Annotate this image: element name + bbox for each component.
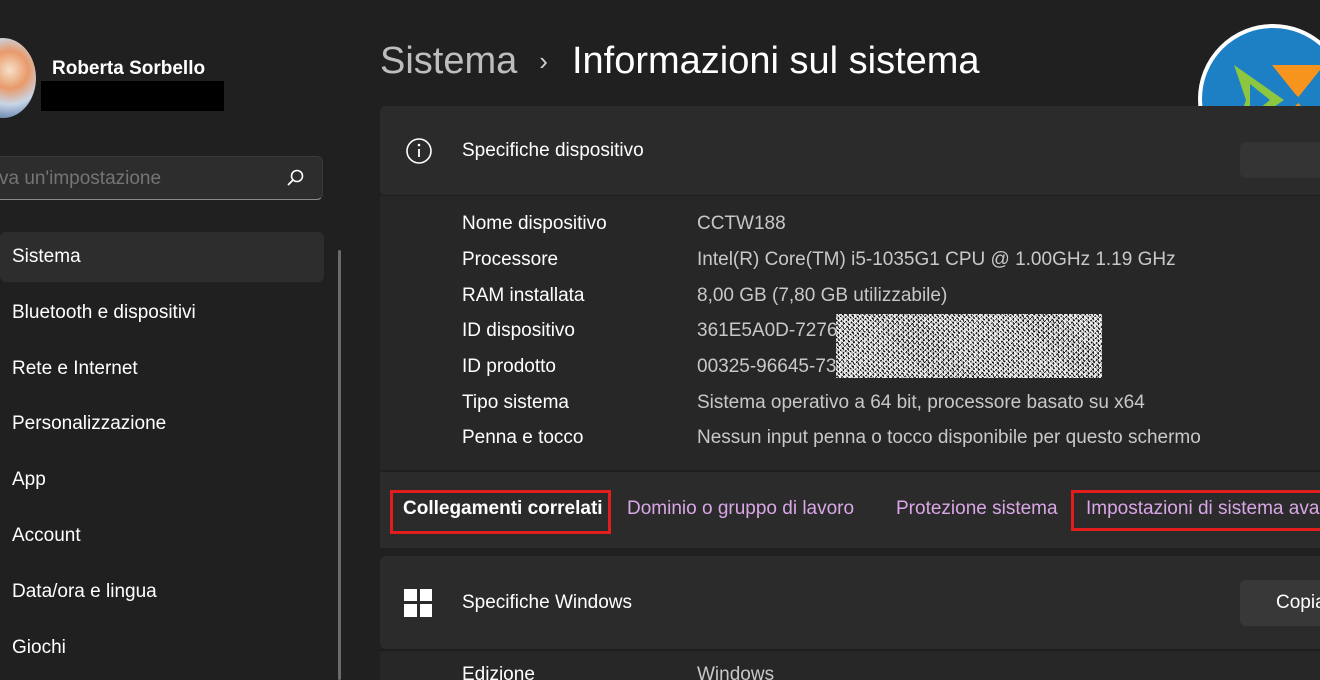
spec-label: ID prodotto [462, 356, 556, 377]
search-box[interactable] [0, 156, 323, 201]
spec-label: ID dispositivo [462, 320, 575, 341]
sidebar-item-app[interactable]: App [0, 455, 324, 505]
link-domain-workgroup[interactable]: Dominio o gruppo di lavoro [627, 498, 854, 520]
sidebar-item-account[interactable]: Account [0, 511, 324, 561]
sidebar: Roberta Sorbello Sistema Bluetooth e dis… [0, 0, 345, 680]
user-name: Roberta Sorbello [52, 58, 206, 79]
redacted-noise [836, 314, 1102, 378]
spec-label: Penna e tocco [462, 427, 584, 448]
sidebar-scrollbar[interactable] [338, 250, 341, 680]
spec-value: Sistema operativo a 64 bit, processore b… [697, 392, 1145, 413]
chevron-right-icon: › [539, 46, 548, 76]
search-input[interactable] [0, 157, 281, 201]
device-specs-card[interactable]: Specifiche dispositivo [380, 106, 1320, 196]
device-specs-header[interactable]: Specifiche dispositivo [380, 106, 1320, 196]
highlight-box [1071, 490, 1320, 531]
windows-specs-title: Specifiche Windows [462, 591, 633, 613]
spec-label: Tipo sistema [462, 392, 569, 413]
spec-value: Windows 11 Home [697, 664, 775, 680]
avatar[interactable] [0, 38, 36, 118]
sidebar-item-rete[interactable]: Rete e Internet [0, 344, 324, 394]
redacted-email [41, 81, 224, 111]
highlight-box [390, 490, 611, 534]
windows-specs-card[interactable]: Specifiche Windows Copia [380, 556, 1320, 649]
copy-button[interactable]: Copia [1240, 580, 1320, 626]
nav-list: Sistema Bluetooth e dispositivi Rete e I… [0, 232, 324, 678]
sidebar-item-personalizzazione[interactable]: Personalizzazione [0, 399, 324, 449]
device-specs-copy-button[interactable] [1240, 142, 1320, 178]
sidebar-item-sistema[interactable]: Sistema [0, 232, 324, 282]
spec-label: Nome dispositivo [462, 213, 607, 234]
spec-value: Intel(R) Core(TM) i5-1035G1 CPU @ 1.00GH… [697, 249, 1176, 270]
windows-specs-header[interactable]: Specifiche Windows Copia [380, 556, 1320, 649]
windows-logo-icon [404, 588, 432, 617]
spec-row: Edizione Windows 11 Home [462, 664, 774, 680]
spec-label: Edizione [462, 664, 535, 680]
spec-label: Processore [462, 249, 559, 270]
spec-label: RAM installata [462, 285, 585, 306]
spec-value: Nessun input penna o tocco disponibile p… [697, 427, 1201, 448]
spec-value: 8,00 GB (7,80 GB utilizzabile) [697, 285, 948, 306]
page-title: Informazioni sul sistema [571, 40, 980, 82]
sidebar-item-giochi[interactable]: Giochi [0, 623, 324, 673]
spec-value: 00325-96645-73 [697, 356, 837, 377]
info-icon [406, 138, 432, 164]
breadcrumb-parent[interactable]: Sistema [380, 40, 517, 83]
breadcrumb: Sistema › Informazioni sul sistema [380, 40, 980, 83]
spec-value: CCTW188 [697, 213, 786, 234]
search-icon[interactable] [286, 168, 306, 188]
sidebar-item-bluetooth[interactable]: Bluetooth e dispositivi [0, 288, 324, 338]
link-system-protection[interactable]: Protezione sistema [896, 498, 1058, 520]
device-specs-title: Specifiche dispositivo [462, 140, 644, 161]
settings-window: Roberta Sorbello Sistema Bluetooth e dis… [0, 0, 1320, 680]
sidebar-item-data-ora[interactable]: Data/ora e lingua [0, 567, 324, 617]
spec-value: 361E5A0D-7276 [697, 320, 838, 341]
